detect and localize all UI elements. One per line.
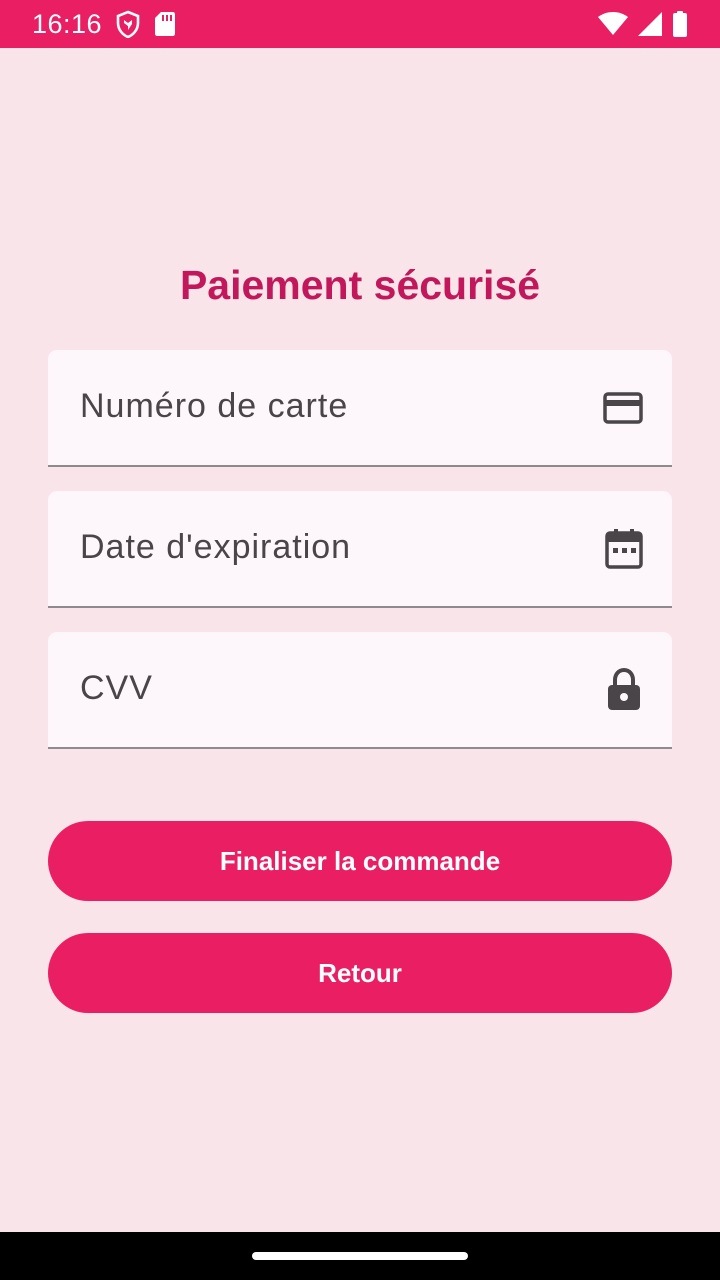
- shield-icon: [116, 10, 140, 38]
- finalize-order-button[interactable]: Finaliser la commande: [48, 821, 672, 901]
- home-gesture-handle[interactable]: [252, 1252, 468, 1260]
- cvv-placeholder: CVV: [80, 668, 153, 707]
- credit-card-icon: [602, 391, 644, 425]
- navigation-bar: [0, 1232, 720, 1280]
- signal-icon: [638, 12, 662, 36]
- status-time: 16:16: [32, 8, 103, 39]
- battery-icon: [672, 11, 688, 37]
- expiry-date-field[interactable]: Date d'expiration: [48, 491, 672, 608]
- lock-icon: [604, 667, 644, 712]
- sd-card-icon: [154, 11, 176, 37]
- expiry-date-placeholder: Date d'expiration: [80, 527, 352, 566]
- cvv-field[interactable]: CVV: [48, 632, 672, 749]
- status-right-group: [598, 11, 688, 37]
- card-number-placeholder: Numéro de carte: [80, 386, 349, 425]
- wifi-icon: [598, 12, 628, 36]
- back-button[interactable]: Retour: [48, 933, 672, 1013]
- card-number-field[interactable]: Numéro de carte: [48, 350, 672, 467]
- calendar-icon: [604, 528, 644, 570]
- page-title: Paiement sécurisé: [179, 262, 541, 308]
- status-bar: 16:16: [0, 0, 720, 48]
- status-left-group: 16:16: [32, 9, 176, 40]
